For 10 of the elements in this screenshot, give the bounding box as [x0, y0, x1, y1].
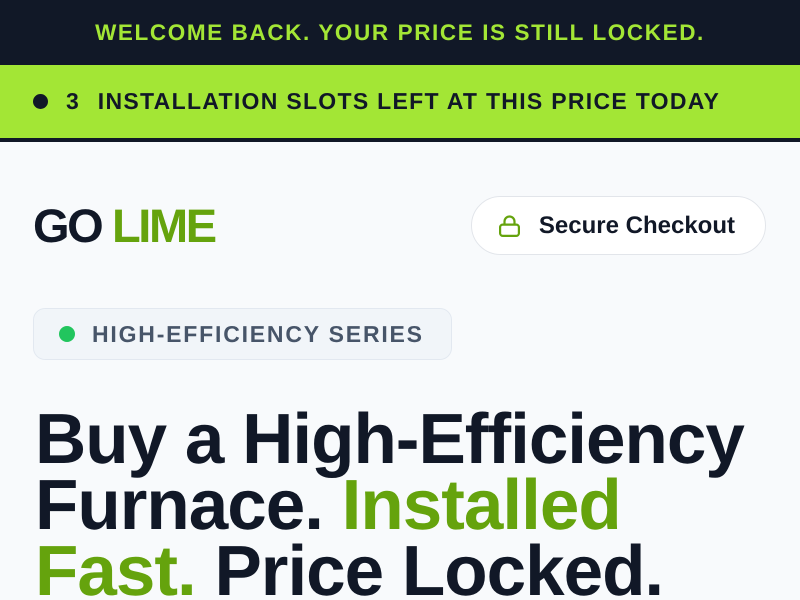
slots-count: 3 — [66, 88, 79, 115]
lock-icon — [498, 214, 520, 236]
logo[interactable]: GO LIME — [33, 202, 215, 249]
status-dot-icon — [59, 326, 75, 342]
urgency-text: INSTALLATION SLOTS LEFT AT THIS PRICE TODAY — [98, 88, 720, 115]
headline: Buy a High-Efficiency Furnace. Installed Fast. Price Locked. — [35, 407, 746, 600]
badge-text: HIGH-EFFICIENCY SERIES — [92, 320, 424, 348]
announcement-text: WELCOME BACK. YOUR PRICE IS STILL LOCKED. — [95, 20, 705, 46]
status-dot-icon — [33, 94, 48, 109]
secure-checkout-button[interactable]: Secure Checkout — [470, 196, 766, 255]
